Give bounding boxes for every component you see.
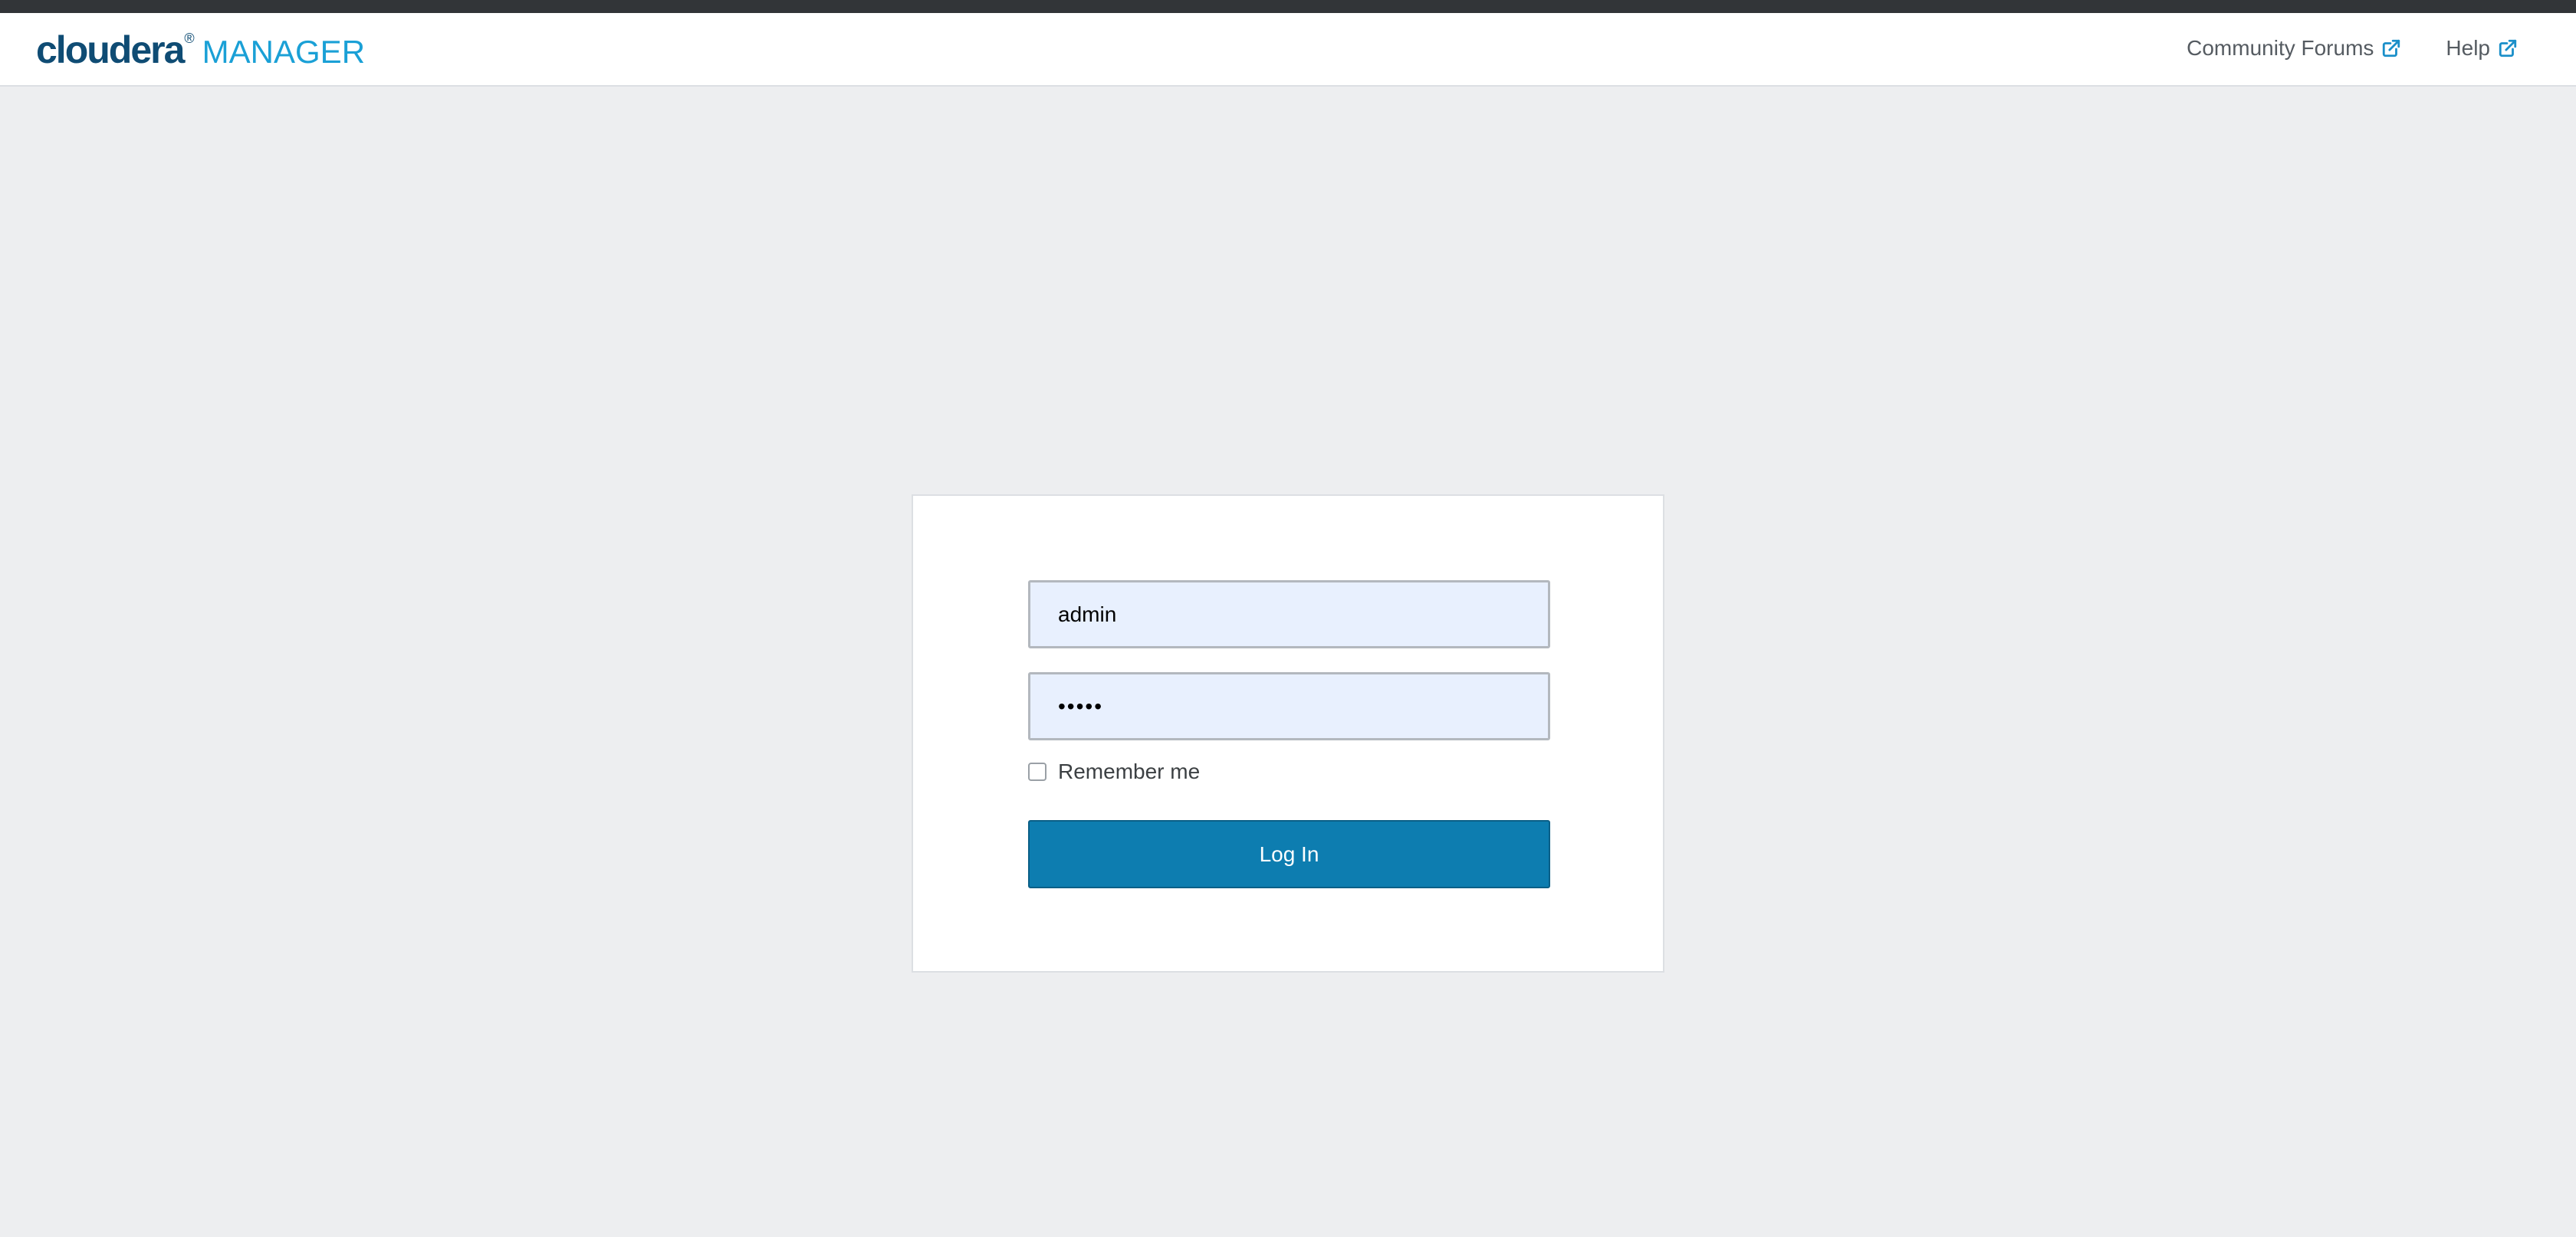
- brand-secondary-text: MANAGER: [202, 34, 366, 70]
- community-forums-label: Community Forums: [2187, 36, 2374, 60]
- login-card: Remember me Log In: [912, 494, 1664, 973]
- header-links: Community Forums Help: [2187, 36, 2518, 61]
- help-link[interactable]: Help: [2446, 36, 2518, 61]
- remember-me-option[interactable]: Remember me: [1028, 760, 1200, 784]
- top-accent-bar: [0, 0, 2576, 13]
- username-input[interactable]: [1028, 580, 1550, 648]
- remember-me-checkbox[interactable]: [1028, 763, 1046, 781]
- external-link-icon: [2498, 38, 2518, 58]
- brand-logo[interactable]: cloudera ® MANAGER: [36, 28, 365, 71]
- community-forums-link[interactable]: Community Forums: [2187, 36, 2401, 61]
- external-link-icon: [2381, 38, 2401, 58]
- login-button[interactable]: Log In: [1028, 820, 1550, 888]
- brand-registered-mark: ®: [184, 31, 195, 46]
- password-input[interactable]: [1028, 672, 1550, 740]
- brand-primary-text: cloudera: [36, 28, 185, 71]
- remember-me-label: Remember me: [1058, 760, 1201, 783]
- help-label: Help: [2446, 36, 2490, 60]
- top-navbar: cloudera ® MANAGER Community Forums Help: [0, 13, 2576, 87]
